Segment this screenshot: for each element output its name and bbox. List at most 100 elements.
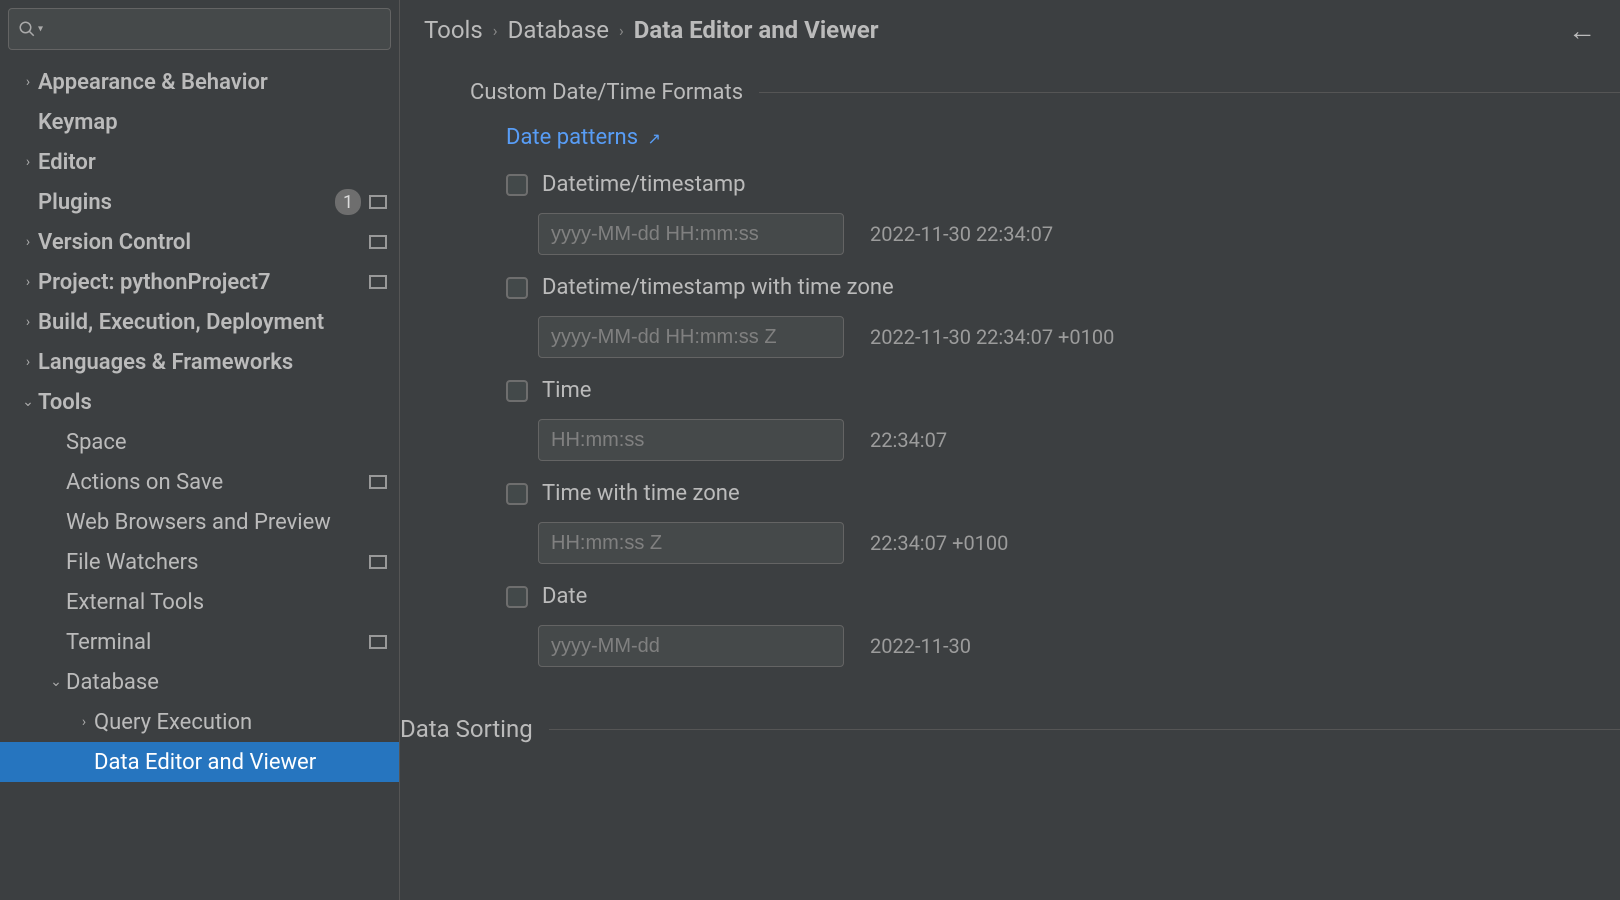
checkbox[interactable] bbox=[506, 277, 528, 299]
sidebar-item-external-tools[interactable]: External Tools bbox=[0, 582, 399, 622]
checkbox-row: Time bbox=[400, 366, 1620, 411]
sidebar-item-label: Space bbox=[66, 430, 387, 455]
external-link-icon: ↗ bbox=[648, 129, 661, 148]
sidebar-item-label: Actions on Save bbox=[66, 470, 369, 495]
checkbox-row: Datetime/timestamp with time zone bbox=[400, 263, 1620, 308]
input-row: 2022-11-30 22:34:07 bbox=[400, 205, 1620, 263]
checkbox[interactable] bbox=[506, 586, 528, 608]
checkbox-label: Time with time zone bbox=[542, 481, 740, 506]
chevron-right-icon[interactable]: › bbox=[18, 314, 38, 330]
content-area: Custom Date/Time Formats Date patterns ↗… bbox=[400, 60, 1620, 900]
project-scope-icon bbox=[369, 235, 387, 249]
back-arrow-button[interactable]: ← bbox=[1568, 14, 1596, 47]
checkbox[interactable] bbox=[506, 380, 528, 402]
input-row: 2022-11-30 22:34:07 +0100 bbox=[400, 308, 1620, 366]
chevron-down-icon[interactable]: ⌄ bbox=[18, 394, 38, 410]
search-icon bbox=[18, 20, 36, 38]
sidebar-item-space[interactable]: Space bbox=[0, 422, 399, 462]
chevron-down-icon[interactable]: ▾ bbox=[38, 24, 43, 35]
date-patterns-link[interactable]: Date patterns bbox=[506, 125, 638, 150]
format-input[interactable] bbox=[538, 625, 844, 667]
sidebar-item-label: Tools bbox=[38, 390, 387, 415]
project-scope-icon bbox=[369, 555, 387, 569]
sidebar-item-label: Terminal bbox=[66, 630, 369, 655]
section-title: Data Sorting bbox=[400, 715, 533, 743]
sidebar-item-keymap[interactable]: Keymap bbox=[0, 102, 399, 142]
link-row: Date patterns ↗ bbox=[400, 105, 1620, 160]
checkbox[interactable] bbox=[506, 483, 528, 505]
project-scope-icon bbox=[369, 635, 387, 649]
breadcrumb-current: Data Editor and Viewer bbox=[634, 16, 879, 44]
breadcrumb-item[interactable]: Database bbox=[508, 16, 609, 44]
chevron-right-icon: › bbox=[619, 21, 624, 40]
sidebar-item-web-browsers-and-preview[interactable]: Web Browsers and Preview bbox=[0, 502, 399, 542]
format-sample: 2022-11-30 bbox=[870, 634, 971, 658]
search-input[interactable] bbox=[8, 8, 391, 50]
project-scope-icon bbox=[369, 275, 387, 289]
search-container: ▾ bbox=[0, 0, 399, 58]
checkbox-label: Date bbox=[542, 584, 587, 609]
section-header: Custom Date/Time Formats bbox=[400, 80, 1620, 105]
format-sample: 2022-11-30 22:34:07 bbox=[870, 222, 1053, 246]
input-row: 22:34:07 bbox=[400, 411, 1620, 469]
sidebar-item-label: Data Editor and Viewer bbox=[94, 750, 387, 775]
sidebar-item-data-editor-and-viewer[interactable]: Data Editor and Viewer bbox=[0, 742, 399, 782]
input-row: 22:34:07 +0100 bbox=[400, 514, 1620, 572]
sidebar-item-label: Project: pythonProject7 bbox=[38, 270, 369, 295]
sidebar-item-label: Editor bbox=[38, 150, 387, 175]
chevron-right-icon: › bbox=[493, 21, 498, 40]
breadcrumb-item[interactable]: Tools bbox=[424, 16, 483, 44]
format-input[interactable] bbox=[538, 316, 844, 358]
format-input[interactable] bbox=[538, 213, 844, 255]
checkbox-row: Datetime/timestamp bbox=[400, 160, 1620, 205]
sidebar-item-languages-frameworks[interactable]: ›Languages & Frameworks bbox=[0, 342, 399, 382]
sidebar-item-build-execution-deployment[interactable]: ›Build, Execution, Deployment bbox=[0, 302, 399, 342]
chevron-right-icon[interactable]: › bbox=[18, 154, 38, 170]
format-sample: 22:34:07 +0100 bbox=[870, 531, 1008, 555]
sidebar-item-plugins[interactable]: Plugins1 bbox=[0, 182, 399, 222]
format-input[interactable] bbox=[538, 419, 844, 461]
sidebar-item-tools[interactable]: ⌄Tools bbox=[0, 382, 399, 422]
sidebar-item-database[interactable]: ⌄Database bbox=[0, 662, 399, 702]
sidebar-item-label: Languages & Frameworks bbox=[38, 350, 387, 375]
sidebar-item-label: Query Execution bbox=[94, 710, 387, 735]
chevron-right-icon[interactable]: › bbox=[18, 354, 38, 370]
sidebar-item-terminal[interactable]: Terminal bbox=[0, 622, 399, 662]
chevron-right-icon[interactable]: › bbox=[18, 74, 38, 90]
section-header: Data Sorting bbox=[400, 715, 1620, 743]
sidebar-item-label: Database bbox=[66, 670, 387, 695]
settings-tree: ›Appearance & BehaviorKeymap›EditorPlugi… bbox=[0, 58, 399, 900]
sidebar-item-project-pythonproject7[interactable]: ›Project: pythonProject7 bbox=[0, 262, 399, 302]
sidebar-item-label: Appearance & Behavior bbox=[38, 70, 387, 95]
project-scope-icon bbox=[369, 195, 387, 209]
section-title: Custom Date/Time Formats bbox=[470, 80, 743, 105]
project-scope-icon bbox=[369, 475, 387, 489]
sidebar-item-label: Keymap bbox=[38, 110, 387, 135]
sidebar-item-label: Version Control bbox=[38, 230, 369, 255]
count-badge: 1 bbox=[335, 189, 361, 215]
checkbox-label: Datetime/timestamp with time zone bbox=[542, 275, 894, 300]
checkbox-row: Time with time zone bbox=[400, 469, 1620, 514]
checkbox-row: Date bbox=[400, 572, 1620, 617]
sidebar-item-appearance-behavior[interactable]: ›Appearance & Behavior bbox=[0, 62, 399, 102]
checkbox[interactable] bbox=[506, 174, 528, 196]
chevron-down-icon[interactable]: ⌄ bbox=[46, 674, 66, 690]
sidebar: ▾ ›Appearance & BehaviorKeymap›EditorPlu… bbox=[0, 0, 400, 900]
main-panel: Tools › Database › Data Editor and Viewe… bbox=[400, 0, 1620, 900]
breadcrumb: Tools › Database › Data Editor and Viewe… bbox=[400, 0, 1620, 60]
checkbox-label: Time bbox=[542, 378, 591, 403]
format-sample: 22:34:07 bbox=[870, 428, 947, 452]
chevron-right-icon[interactable]: › bbox=[74, 714, 94, 730]
input-row: 2022-11-30 bbox=[400, 617, 1620, 675]
sidebar-item-label: Plugins bbox=[38, 190, 335, 215]
sidebar-item-label: External Tools bbox=[66, 590, 387, 615]
sidebar-item-file-watchers[interactable]: File Watchers bbox=[0, 542, 399, 582]
sidebar-item-version-control[interactable]: ›Version Control bbox=[0, 222, 399, 262]
sidebar-item-query-execution[interactable]: ›Query Execution bbox=[0, 702, 399, 742]
chevron-right-icon[interactable]: › bbox=[18, 274, 38, 290]
sidebar-item-actions-on-save[interactable]: Actions on Save bbox=[0, 462, 399, 502]
chevron-right-icon[interactable]: › bbox=[18, 234, 38, 250]
sidebar-item-label: File Watchers bbox=[66, 550, 369, 575]
sidebar-item-editor[interactable]: ›Editor bbox=[0, 142, 399, 182]
format-input[interactable] bbox=[538, 522, 844, 564]
